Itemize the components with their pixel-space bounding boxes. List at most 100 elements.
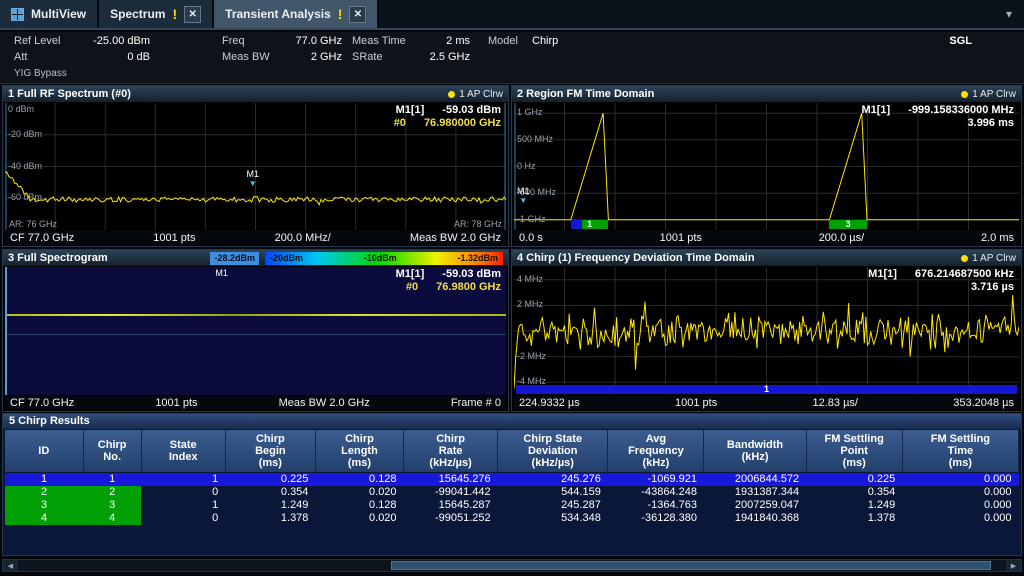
region-indicator: 1 <box>516 385 1017 394</box>
footer-item: 1001 pts <box>675 397 717 409</box>
spectrogram-graph[interactable]: M1 M1[1]-59.03 dBm #076.9800 GHz <box>5 267 506 395</box>
results-row[interactable]: 3311.2490.12815645.287245.287-1364.76320… <box>5 499 1019 512</box>
trace-badge: 1 AP Clrw <box>961 253 1016 264</box>
results-column-header: StateIndex <box>141 430 225 473</box>
footer-item: 353.2048 µs <box>953 397 1014 409</box>
panel-header: 3 Full Spectrogram -28.2dBm -20dBm-10dBm… <box>3 250 508 266</box>
marker-down-icon: ▼ <box>247 179 260 188</box>
axis-label: -20 dBm <box>8 129 42 139</box>
results-cell: 2006844.572 <box>704 473 806 487</box>
axis-label: 0 Hz <box>517 161 536 171</box>
scroll-right-icon[interactable]: ▶ <box>1006 560 1021 571</box>
freq-value[interactable]: 77.0 GHz <box>266 35 342 47</box>
results-column-header: ID <box>5 430 83 473</box>
region-indicator: 3 <box>829 220 867 229</box>
results-cell: 0.225 <box>806 473 902 487</box>
results-title: 5 Chirp Results <box>3 414 1021 429</box>
results-row[interactable]: 2200.3540.020-99041.442544.159-43864.248… <box>5 486 1019 499</box>
results-cell: 1 <box>141 473 225 487</box>
results-cell: 0.225 <box>225 473 315 487</box>
footer-item: 0.0 s <box>519 232 543 244</box>
results-cell: -43864.248 <box>608 486 704 499</box>
results-cell: 0.354 <box>806 486 902 499</box>
model-value[interactable]: Chirp <box>532 35 558 47</box>
rf-spectrum-graph[interactable]: M1[1]-59.03 dBm #076.980000 GHz M1▼ AR: … <box>5 103 506 230</box>
meas-bw-value[interactable]: 2 GHz <box>266 51 342 63</box>
trace-color-icon <box>961 255 968 262</box>
att-label: Att <box>14 51 27 63</box>
marker-m1-flag[interactable]: M1 <box>215 268 228 278</box>
spectrogram-faint-line <box>7 334 506 335</box>
region-indicator: 1 <box>571 220 609 229</box>
tab-label: Transient Analysis <box>225 7 331 21</box>
results-cell: -99041.442 <box>404 486 498 499</box>
frequency-deviation-graph[interactable]: M1[1]676.214687500 kHz 3.716 µs 4 MHz2 M… <box>514 267 1019 395</box>
chirp-results-table: IDChirpNo.StateIndexChirpBegin(ms)ChirpL… <box>5 430 1019 525</box>
trace-badge: 1 AP Clrw <box>448 89 503 100</box>
results-cell: 0.000 <box>902 486 1018 499</box>
freq-label: Freq <box>222 35 245 47</box>
meas-bw-label: Meas BW <box>222 51 270 63</box>
panel-header: 4 Chirp (1) Frequency Deviation Time Dom… <box>512 250 1021 266</box>
footer-item: Meas BW 2.0 GHz <box>279 397 370 409</box>
panel-footer: CF 77.0 GHz1001 ptsMeas BW 2.0 GHzFrame … <box>5 396 506 410</box>
results-cell: 0 <box>141 512 225 525</box>
analysis-region-stop: AR: 78 GHz <box>454 219 502 229</box>
results-row[interactable]: 1110.2250.12815645.276245.276-1069.92120… <box>5 473 1019 487</box>
marker-readout: M1[1]676.214687500 kHz 3.716 µs <box>868 268 1014 294</box>
marker-readout: M1[1]-999.158336000 MHz 3.996 ms <box>861 104 1014 130</box>
results-cell: 544.159 <box>498 486 608 499</box>
srate-value[interactable]: 2.5 GHz <box>416 51 470 63</box>
panel-title: 1 Full RF Spectrum (#0) <box>8 88 131 100</box>
panel-chirp-frequency-deviation: 4 Chirp (1) Frequency Deviation Time Dom… <box>511 249 1022 412</box>
marker-m1-flag[interactable]: M1▼ <box>247 170 260 188</box>
tab-spectrum[interactable]: Spectrum ! ✕ <box>99 0 214 28</box>
axis-label: 2 MHz <box>517 299 543 309</box>
footer-item: 224.9332 µs <box>519 397 580 409</box>
results-cell: 15645.287 <box>404 499 498 512</box>
chirp-results-panel: 5 Chirp Results IDChirpNo.StateIndexChir… <box>2 413 1022 556</box>
trace-badge: 1 AP Clrw <box>961 89 1016 100</box>
panel-footer: 224.9332 µs 1001 pts 12.83 µs/353.2048 µs <box>514 396 1019 410</box>
results-cell: 1 <box>83 473 141 487</box>
spectrogram-color-scale[interactable]: -20dBm-10dBm-1.32dBm <box>265 252 503 265</box>
panel-title: 2 Region FM Time Domain <box>517 88 654 100</box>
tab-overflow-caret[interactable]: ▾ <box>994 7 1024 21</box>
results-cell: 1.249 <box>225 499 315 512</box>
results-cell: 1.249 <box>806 499 902 512</box>
footer-item: 1001 pts <box>155 397 197 409</box>
scroll-left-icon[interactable]: ◀ <box>3 560 18 571</box>
analysis-region-start: AR: 76 GHz <box>9 219 57 229</box>
close-tab-icon[interactable]: ✕ <box>184 6 201 23</box>
footer-item: 2.0 ms <box>981 232 1014 244</box>
panel-full-spectrogram: 3 Full Spectrogram -28.2dBm -20dBm-10dBm… <box>2 249 509 412</box>
att-value[interactable]: 0 dB <box>58 51 150 63</box>
results-cell: 2 <box>5 486 83 499</box>
footer-item: 200.0 MHz/ <box>275 232 331 244</box>
results-cell: 1941840.368 <box>704 512 806 525</box>
marker-readout: M1[1]-59.03 dBm #076.980000 GHz <box>394 104 501 130</box>
footer-item: 12.83 µs/ <box>812 397 857 409</box>
axis-label: 500 MHz <box>517 134 553 144</box>
meas-time-value[interactable]: 2 ms <box>416 35 470 47</box>
fm-time-domain-graph[interactable]: M1[1]-999.158336000 MHz 3.996 ms M1▼ 1 G… <box>514 103 1019 230</box>
footer-item: 1001 pts <box>153 232 195 244</box>
results-cell: 1 <box>5 473 83 487</box>
results-cell: 3 <box>5 499 83 512</box>
spectrogram-left-boundary <box>5 267 7 395</box>
results-row[interactable]: 4401.3780.020-99051.252534.348-36128.380… <box>5 512 1019 525</box>
tab-label: Spectrum <box>110 7 165 21</box>
horizontal-scrollbar[interactable]: ◀ ▶ <box>2 559 1022 572</box>
results-cell: -99051.252 <box>404 512 498 525</box>
scrollbar-thumb[interactable] <box>391 561 991 570</box>
panel-region-fm-time-domain: 2 Region FM Time Domain 1 AP Clrw M1[1]-… <box>511 85 1022 247</box>
close-tab-icon[interactable]: ✕ <box>349 6 366 23</box>
results-cell: 0.128 <box>315 473 403 487</box>
trace-color-icon <box>448 91 455 98</box>
results-cell: -1069.921 <box>608 473 704 487</box>
marker-m1-flag[interactable]: M1▼ <box>517 187 530 205</box>
footer-item: CF 77.0 GHz <box>10 397 74 409</box>
ref-level-value[interactable]: -25.00 dBm <box>58 35 150 47</box>
tab-multiview[interactable]: MultiView <box>0 0 99 28</box>
tab-transient-analysis[interactable]: Transient Analysis ! ✕ <box>214 0 379 28</box>
